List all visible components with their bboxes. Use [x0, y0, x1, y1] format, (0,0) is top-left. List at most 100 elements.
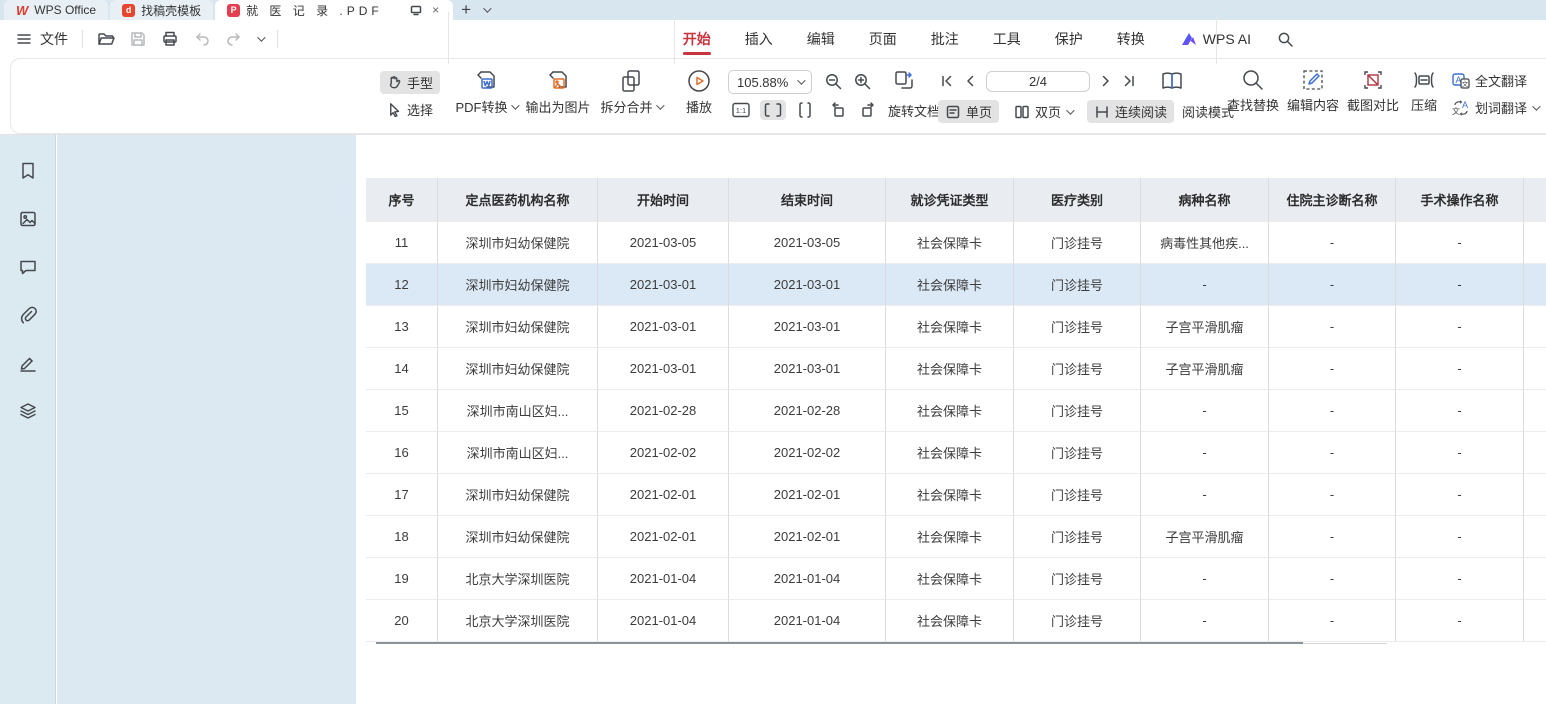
last-page-button[interactable] [1122, 74, 1136, 88]
cast-icon[interactable] [408, 4, 424, 16]
table-cell: 深圳市妇幼保健院 [438, 306, 598, 348]
table-cell: 门诊挂号 [1014, 516, 1141, 558]
ribbon-tab-批注[interactable]: 批注 [929, 21, 961, 57]
table-cell: 2021-03-01 [729, 306, 886, 348]
rotate-doc-label[interactable]: 旋转文档 [888, 101, 940, 120]
compress-button[interactable]: 压缩 [1404, 68, 1444, 114]
tab-list-chevron-icon[interactable] [477, 0, 495, 20]
table-cell: 13 [366, 306, 438, 348]
image-icon[interactable] [14, 205, 42, 233]
rotate-right-button[interactable] [856, 100, 882, 120]
single-page-button[interactable]: 单页 [938, 100, 999, 123]
first-page-button[interactable] [940, 74, 954, 88]
play-button[interactable]: 播放 [676, 68, 722, 116]
screenshot-compare-button[interactable]: 截图对比 [1344, 68, 1402, 114]
wps-logo-icon: W [16, 3, 28, 18]
tab-label: WPS Office [34, 3, 96, 17]
ribbon-tab-插入[interactable]: 插入 [743, 21, 775, 57]
table-cell: 2021-02-01 [729, 474, 886, 516]
pdf-convert-button[interactable]: PDF转换 [452, 68, 520, 116]
select-tool-button[interactable]: 选择 [380, 98, 440, 121]
ribbon-tab-编辑[interactable]: 编辑 [805, 21, 837, 57]
zoom-level-select[interactable]: 105.88% [728, 70, 812, 94]
ribbon-tab-开始[interactable]: 开始 [681, 21, 713, 57]
edit-content-button[interactable]: 编辑内容 [1284, 68, 1342, 114]
tab-docer-template[interactable]: d 找稿壳模板 [110, 0, 213, 20]
table-cell-cut [1524, 390, 1546, 432]
ribbon-tab-转换[interactable]: 转换 [1115, 21, 1147, 57]
export-image-button[interactable]: 输出为图片 [522, 68, 594, 116]
ribbon-tab-工具[interactable]: 工具 [991, 21, 1023, 57]
file-menu[interactable]: 文件 [40, 29, 68, 49]
page-number-input[interactable]: 2/4 [986, 71, 1090, 92]
new-tab-button[interactable]: + [455, 0, 477, 20]
open-file-icon[interactable] [97, 30, 115, 48]
bookmark-icon[interactable] [14, 157, 42, 185]
main-menu-icon[interactable] [16, 31, 32, 47]
search-icon[interactable] [1277, 31, 1294, 48]
previous-page-button[interactable] [964, 74, 976, 88]
table-cell: - [1269, 222, 1396, 264]
hand-tool-button[interactable]: 手型 [380, 71, 440, 94]
read-mode-icon[interactable] [1160, 70, 1184, 92]
print-icon[interactable] [161, 30, 179, 48]
signature-icon[interactable] [14, 349, 42, 377]
double-page-button[interactable]: 双页 [1007, 100, 1079, 123]
redo-icon[interactable] [225, 30, 243, 48]
fit-width-icon [796, 102, 814, 118]
table-cell: 门诊挂号 [1014, 306, 1141, 348]
chevron-down-icon [797, 76, 805, 84]
table-cell: 社会保障卡 [886, 600, 1014, 642]
zoom-out-button[interactable] [824, 72, 843, 91]
tab-close-icon[interactable]: × [430, 3, 441, 17]
actual-size-button[interactable]: 1:1 [728, 100, 754, 120]
table-cell: - [1396, 390, 1524, 432]
table-cell: 2021-03-05 [598, 222, 729, 264]
wps-pdf-window: W WPS Office d 找稿壳模板 P 就 医 记 录 .PDF × + … [0, 0, 1546, 704]
table-cell: 社会保障卡 [886, 558, 1014, 600]
table-cell: 2021-02-28 [598, 390, 729, 432]
fit-page-button[interactable] [760, 100, 786, 120]
ribbon-tab-保护[interactable]: 保护 [1053, 21, 1085, 57]
split-merge-button[interactable]: 拆分合并 [598, 68, 664, 116]
ribbon-tab-页面[interactable]: 页面 [867, 21, 899, 57]
chevron-down-icon [511, 101, 519, 109]
rotate-left-button[interactable] [824, 100, 850, 120]
column-header: 住院主诊断名称 [1269, 178, 1396, 222]
full-translate-button[interactable]: A文 全文翻译 [1452, 71, 1538, 90]
table-cell: 社会保障卡 [886, 390, 1014, 432]
undo-icon[interactable] [193, 30, 211, 48]
zoom-in-button[interactable] [853, 72, 872, 91]
rotate-pages-button[interactable] [892, 68, 916, 92]
save-icon[interactable] [129, 30, 147, 48]
continuous-read-button[interactable]: 连续阅读 [1087, 100, 1174, 123]
table-cell: 社会保障卡 [886, 306, 1014, 348]
docer-logo-icon: d [122, 4, 135, 17]
svg-text:文: 文 [1462, 79, 1469, 88]
medical-records-table: 序号定点医药机构名称开始时间结束时间就诊凭证类型医疗类别病种名称住院主诊断名称手… [366, 178, 1546, 642]
table-cell: - [1396, 222, 1524, 264]
table-cell: - [1269, 558, 1396, 600]
fit-width-button[interactable] [792, 100, 818, 120]
table-cell: 2021-01-04 [598, 600, 729, 642]
undo-redo-chevron-icon[interactable] [257, 36, 263, 42]
fit-page-icon [764, 102, 782, 118]
table-cell: 北京大学深圳医院 [438, 558, 598, 600]
layers-icon[interactable] [14, 397, 42, 425]
table-cell: 深圳市妇幼保健院 [438, 264, 598, 306]
table-cell: - [1396, 432, 1524, 474]
table-cell: 2021-01-04 [729, 558, 886, 600]
table-cell: 2021-02-02 [598, 432, 729, 474]
find-replace-button[interactable]: 查找替换 [1224, 68, 1282, 114]
comment-icon[interactable] [14, 253, 42, 281]
attachment-icon[interactable] [14, 301, 42, 329]
table-cell: 社会保障卡 [886, 348, 1014, 390]
table-cell: 门诊挂号 [1014, 348, 1141, 390]
table-cell: 2021-01-04 [729, 600, 886, 642]
table-cell: 2021-02-02 [729, 432, 886, 474]
tab-wps-office[interactable]: W WPS Office [4, 0, 108, 20]
next-page-button[interactable] [1100, 74, 1112, 88]
word-translate-button[interactable]: 文A 划词翻译 [1452, 98, 1538, 117]
edit-content-icon [1301, 68, 1325, 92]
tab-medical-record-pdf[interactable]: P 就 医 记 录 .PDF × [215, 0, 453, 20]
